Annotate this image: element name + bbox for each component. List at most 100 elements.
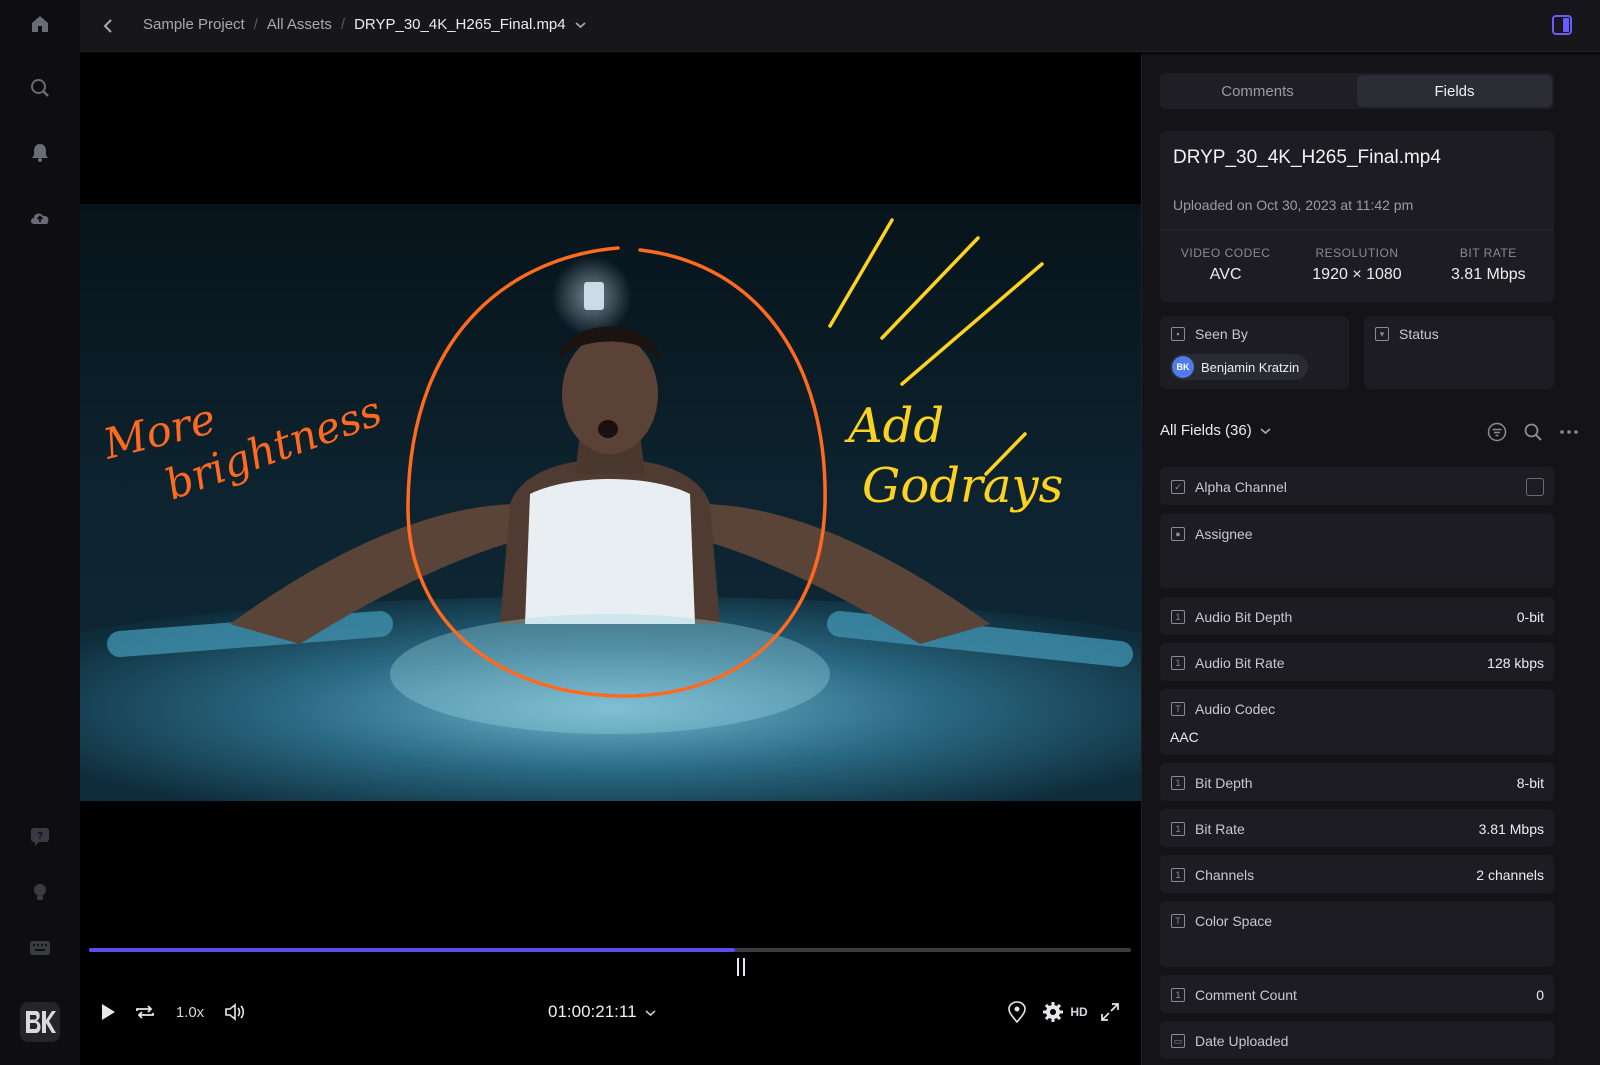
annotation-text-right-2: Godrays: [862, 458, 1063, 514]
settings-gear-icon[interactable]: [1040, 998, 1066, 1026]
loop-icon[interactable]: [132, 998, 158, 1026]
search-icon[interactable]: [1522, 421, 1544, 443]
field-label: Color Space: [1195, 913, 1273, 929]
back-icon[interactable]: [96, 14, 120, 38]
asset-meta-row: VIDEO CODEC AVC RESOLUTION 1920 × 1080 B…: [1160, 229, 1554, 302]
seen-by-text: Seen By: [1195, 326, 1248, 342]
field-value: 0-bit: [1516, 609, 1544, 625]
meta-video-codec: VIDEO CODEC AVC: [1160, 230, 1291, 302]
field-row-bit-depth[interactable]: 1 Bit Depth 8-bit: [1160, 763, 1554, 801]
field-value: 0: [1536, 987, 1544, 1003]
playback-speed[interactable]: 1.0x: [170, 998, 210, 1026]
field-label: Bit Rate: [1195, 821, 1245, 837]
alpha-channel-checkbox[interactable]: [1526, 478, 1544, 496]
details-panel: Comments Fields DRYP_30_4K_H265_Final.mp…: [1141, 55, 1600, 1065]
number-field-icon: 1: [1171, 822, 1185, 836]
playhead-handle[interactable]: [737, 958, 745, 976]
all-fields-dropdown[interactable]: All Fields (36): [1160, 422, 1271, 439]
timecode-display[interactable]: 01:00:21:11: [548, 1002, 656, 1022]
left-rail: ?: [0, 0, 80, 1065]
annotation-text-right-1: Add: [844, 398, 944, 454]
number-field-icon: 1: [1171, 776, 1185, 790]
seen-by-card[interactable]: ▪ Seen By BK Benjamin Kratzin: [1160, 316, 1349, 389]
breadcrumb-folder[interactable]: All Assets: [267, 16, 332, 33]
chevron-down-icon[interactable]: [575, 16, 586, 33]
breadcrumb-separator: /: [253, 16, 258, 33]
help-icon[interactable]: ?: [24, 820, 56, 852]
chevron-down-icon: [645, 1002, 656, 1022]
field-label: Audio Bit Depth: [1195, 609, 1293, 625]
panel-toggle-icon[interactable]: [1552, 15, 1572, 35]
filter-icon[interactable]: [1486, 421, 1508, 443]
video-viewer: More brightness Add Godrays 1.0x 01:00:2…: [80, 52, 1141, 1065]
fullscreen-icon[interactable]: [1098, 998, 1122, 1026]
home-icon[interactable]: [24, 8, 56, 40]
field-row-channels[interactable]: 1 Channels 2 channels: [1160, 855, 1554, 893]
top-bar: Sample Project / All Assets / DRYP_30_4K…: [80, 0, 1600, 52]
bell-icon[interactable]: [24, 136, 56, 168]
field-label: Comment Count: [1195, 987, 1297, 1003]
number-field-icon: 1: [1171, 988, 1185, 1002]
status-card[interactable]: ▾ Status: [1364, 316, 1554, 389]
field-label: Date Uploaded: [1195, 1033, 1289, 1049]
meta-label: RESOLUTION: [1315, 246, 1399, 260]
video-frame[interactable]: More brightness Add Godrays: [80, 204, 1141, 801]
field-row-assignee[interactable]: ● Assignee: [1160, 514, 1554, 588]
number-field-icon: 1: [1171, 610, 1185, 624]
asset-name: DRYP_30_4K_H265_Final.mp4: [1173, 147, 1441, 168]
field-label: Channels: [1195, 867, 1255, 883]
user-field-icon: ●: [1171, 527, 1185, 541]
field-value: 128 kbps: [1487, 655, 1544, 671]
status-text: Status: [1399, 326, 1439, 342]
field-value: 2 channels: [1476, 867, 1544, 883]
video-still: More brightness Add Godrays: [80, 204, 1141, 801]
timeline-scrubber[interactable]: [89, 948, 1131, 952]
more-options-icon[interactable]: [1558, 421, 1580, 443]
quality-badge[interactable]: HD: [1068, 998, 1090, 1026]
meta-value: 3.81 Mbps: [1450, 266, 1526, 283]
field-row-audio-bit-depth[interactable]: 1 Audio Bit Depth 0-bit: [1160, 597, 1554, 635]
tab-comments[interactable]: Comments: [1160, 73, 1355, 109]
breadcrumb-current-file[interactable]: DRYP_30_4K_H265_Final.mp4: [354, 16, 566, 33]
field-row-bit-rate[interactable]: 1 Bit Rate 3.81 Mbps: [1160, 809, 1554, 847]
timeline-progress: [89, 948, 736, 952]
meta-resolution: RESOLUTION 1920 × 1080: [1291, 230, 1422, 302]
chevron-down-icon: [1260, 422, 1271, 439]
play-icon[interactable]: [96, 998, 120, 1026]
tab-fields[interactable]: Fields: [1357, 75, 1552, 107]
workspace-avatar[interactable]: [20, 1002, 60, 1042]
breadcrumb: Sample Project / All Assets / DRYP_30_4K…: [143, 16, 586, 33]
lightbulb-icon[interactable]: [24, 876, 56, 908]
field-row-audio-bit-rate[interactable]: 1 Audio Bit Rate 128 kbps: [1160, 643, 1554, 681]
field-row-date-uploaded[interactable]: ▭ Date Uploaded: [1160, 1021, 1554, 1059]
field-label: Assignee: [1195, 526, 1253, 542]
field-row-audio-codec[interactable]: T Audio Codec AAC: [1160, 689, 1554, 755]
timecode-value: 01:00:21:11: [548, 1002, 637, 1021]
panel-tabs: Comments Fields: [1160, 73, 1554, 109]
meta-value: 1920 × 1080: [1312, 266, 1402, 283]
field-value: AAC: [1170, 729, 1199, 745]
field-row-comment-count[interactable]: 1 Comment Count 0: [1160, 975, 1554, 1013]
meta-value: AVC: [1209, 266, 1242, 283]
checkbox-field-icon: ✓: [1171, 480, 1185, 494]
field-row-alpha-channel[interactable]: ✓ Alpha Channel: [1160, 467, 1554, 505]
field-type-icon: ▪: [1171, 327, 1185, 341]
status-field-icon: ▾: [1375, 327, 1389, 341]
field-row-color-space[interactable]: T Color Space: [1160, 901, 1554, 967]
keyboard-icon[interactable]: [24, 932, 56, 964]
status-label: ▾ Status: [1375, 326, 1439, 342]
field-label: Audio Bit Rate: [1195, 655, 1285, 671]
breadcrumb-project[interactable]: Sample Project: [143, 16, 245, 33]
number-field-icon: 1: [1171, 868, 1185, 882]
avatar: BK: [1172, 356, 1194, 378]
field-value: 8-bit: [1516, 775, 1544, 791]
upload-cloud-icon[interactable]: [24, 202, 56, 234]
search-icon[interactable]: [24, 72, 56, 104]
volume-icon[interactable]: [222, 998, 248, 1026]
number-field-icon: 1: [1171, 656, 1185, 670]
meta-bit-rate: BIT RATE 3.81 Mbps: [1423, 230, 1554, 302]
marker-icon[interactable]: [1004, 998, 1030, 1026]
field-label: Audio Codec: [1195, 701, 1276, 717]
seen-by-label: ▪ Seen By: [1171, 326, 1248, 342]
seen-by-user-chip[interactable]: BK Benjamin Kratzin: [1170, 354, 1309, 380]
